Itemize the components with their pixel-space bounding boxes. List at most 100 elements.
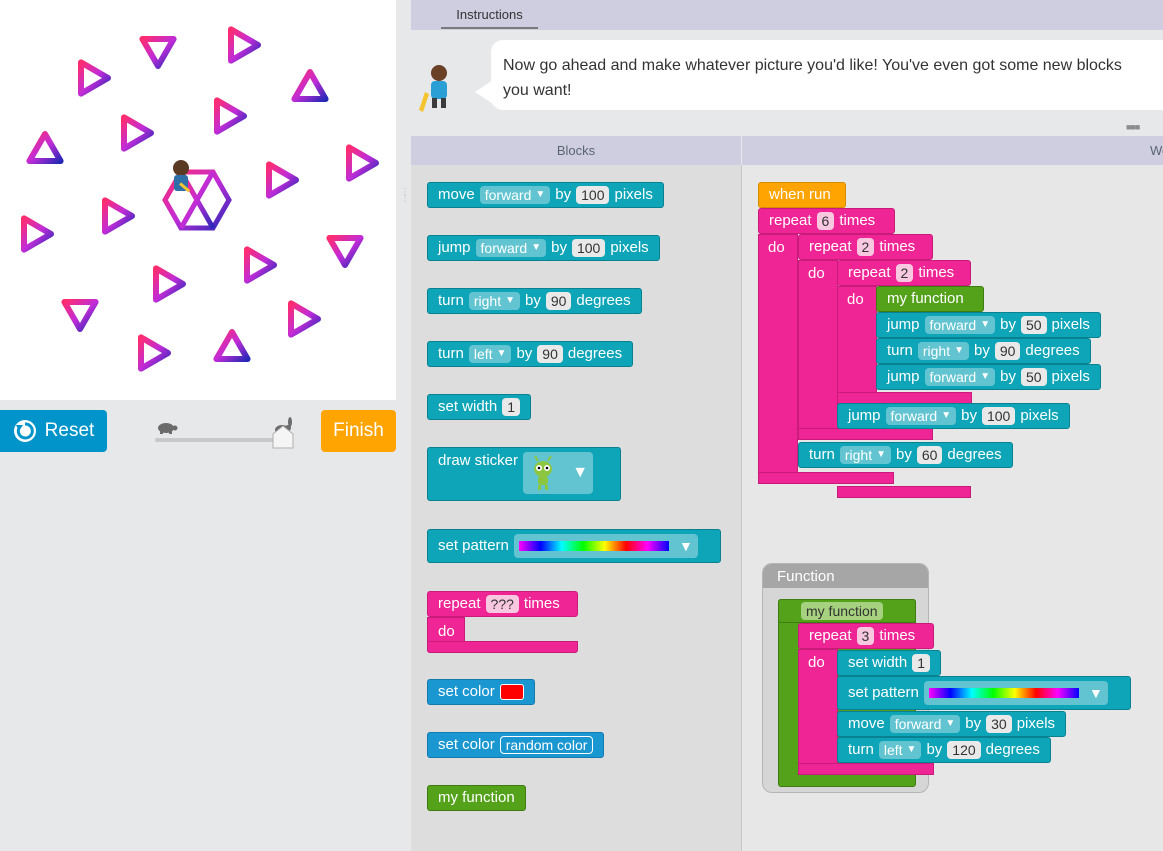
repeat-count-field[interactable]: 2 [895,264,914,282]
turn-block[interactable]: turn left ▼ by 120 degrees [837,737,1051,763]
repeat-header: repeat 6 times [758,208,895,234]
reset-button[interactable]: Reset [0,410,107,452]
move-block[interactable]: move forward ▼ by 30 pixels [837,711,1067,737]
pattern-dropdown[interactable]: ▼ [923,681,1108,705]
repeat-footer [427,641,578,653]
function-name-field[interactable]: my function [801,602,883,620]
number-field[interactable]: 60 [916,446,943,464]
block-repeat[interactable]: repeat ??? times do [427,591,579,653]
block-set-color-random[interactable]: set color random color [427,732,605,758]
repeat-count-field[interactable]: 2 [856,238,875,256]
number-field[interactable]: 120 [947,741,981,759]
block-label: by [896,446,912,463]
turn-block[interactable]: turn right ▼ by 90 degrees [876,338,1091,364]
drawn-triangle [326,235,364,268]
function-title: Function [763,564,928,588]
block-label: pixels [1020,407,1059,424]
sticker-dropdown[interactable]: ▼ [523,452,594,494]
direction-dropdown[interactable]: right ▼ [839,446,891,464]
number-field[interactable]: 100 [576,186,610,204]
block-turn-right[interactable]: turn right ▼ by 90 degrees [427,288,642,314]
direction-dropdown[interactable]: forward ▼ [924,316,996,334]
random-color-field[interactable]: random color [499,736,594,754]
drawn-triangle [291,69,329,102]
block-my-function[interactable]: my function [427,785,526,811]
direction-dropdown[interactable]: forward ▼ [889,715,961,733]
number-field[interactable]: 90 [545,292,572,310]
repeat-count-field[interactable]: ??? [485,595,519,613]
block-set-pattern[interactable]: set pattern ▼ [427,529,721,563]
tab-instructions[interactable]: Instructions [441,5,538,29]
block-label: move [438,186,475,203]
direction-dropdown[interactable]: right ▼ [468,292,520,310]
instructor-avatar [419,65,447,112]
block-turn-left[interactable]: turn left ▼ by 90 degrees [427,341,634,367]
direction-dropdown[interactable]: right ▼ [917,342,969,360]
drawn-triangle [78,59,111,97]
number-field[interactable]: 50 [1020,316,1047,334]
turtle-icon [158,423,178,434]
number-field[interactable]: 100 [571,239,606,257]
do-label: do [768,239,785,256]
number-field[interactable]: 90 [994,342,1021,360]
block-label: times [879,627,916,644]
block-label: degrees [1025,342,1080,359]
repeat-count-field[interactable]: 3 [856,627,875,645]
block-label: jump [887,316,920,333]
direction-dropdown[interactable]: forward ▼ [479,186,551,204]
pattern-dropdown[interactable]: ▼ [513,534,698,558]
do-label: do [847,291,864,308]
block-set-color[interactable]: set color [427,679,535,705]
direction-dropdown[interactable]: forward ▼ [475,239,547,257]
jump-block[interactable]: jump forward ▼ by 50 pixels [876,364,1101,390]
number-field[interactable]: 90 [537,345,563,363]
number-field[interactable]: 30 [986,715,1012,733]
block-label: degrees [567,345,623,362]
block-label: repeat [809,238,852,255]
block-label: set color [438,683,495,700]
block-jump[interactable]: jump forward ▼ by 100 pixels [427,235,660,261]
direction-dropdown[interactable]: forward ▼ [885,407,957,425]
direction-dropdown[interactable]: forward ▼ [924,368,996,386]
direction-dropdown[interactable]: left ▼ [878,741,922,759]
block-move[interactable]: move forward ▼ by 100 pixels [427,182,664,208]
pane-resize-grip[interactable]: ⋮ ⋮ [400,188,410,212]
set-pattern-block[interactable]: set pattern ▼ [837,676,1131,710]
set-width-block[interactable]: set width 1 [837,650,941,676]
block-label: draw sticker [438,452,519,469]
speed-slider[interactable] [150,416,298,452]
block-label: turn [438,292,464,309]
instructions-header: Instructions [411,0,1163,30]
instructions-resize-handle[interactable]: ■■■ [1126,122,1140,132]
block-label: by [516,345,533,362]
repeat-count-field[interactable]: 6 [816,212,835,230]
repeat-arm: do [837,286,877,404]
drawn-triangle [21,215,54,253]
number-field[interactable]: 1 [912,654,930,672]
block-label: by [1000,368,1016,385]
block-set-width[interactable]: set width 1 [427,394,531,420]
number-field[interactable]: 50 [1020,368,1047,386]
jump-block[interactable]: jump forward ▼ by 100 pixels [837,403,1070,429]
finish-button[interactable]: Finish [321,410,396,452]
number-field[interactable]: 100 [981,407,1016,425]
repeat-header: repeat 2 times [837,260,971,286]
toolbox-header: Blocks [411,136,741,165]
block-draw-sticker[interactable]: draw sticker ▼ [427,447,621,501]
artist-drawing [21,26,379,372]
when-run-block[interactable]: when run [758,182,846,208]
my-function-call[interactable]: my function [876,286,984,312]
slider-track[interactable] [155,438,283,442]
toolbox: move forward ▼ by 100 pixels jump forward… [411,165,741,851]
block-label: jump [887,368,920,385]
workspace: when run repeat 6 times do repeat 2 time… [741,165,1163,851]
direction-dropdown[interactable]: left ▼ [468,345,512,363]
function-name-block[interactable]: my function [778,599,916,623]
jump-block[interactable]: jump forward ▼ by 50 pixels [876,312,1101,338]
turn-block[interactable]: turn right ▼ by 60 degrees [798,442,1013,468]
block-label: set color [438,736,495,753]
color-swatch[interactable] [499,684,524,700]
number-field[interactable]: 1 [502,398,520,416]
block-label: jump [438,239,471,256]
block-label: set width [438,398,498,415]
